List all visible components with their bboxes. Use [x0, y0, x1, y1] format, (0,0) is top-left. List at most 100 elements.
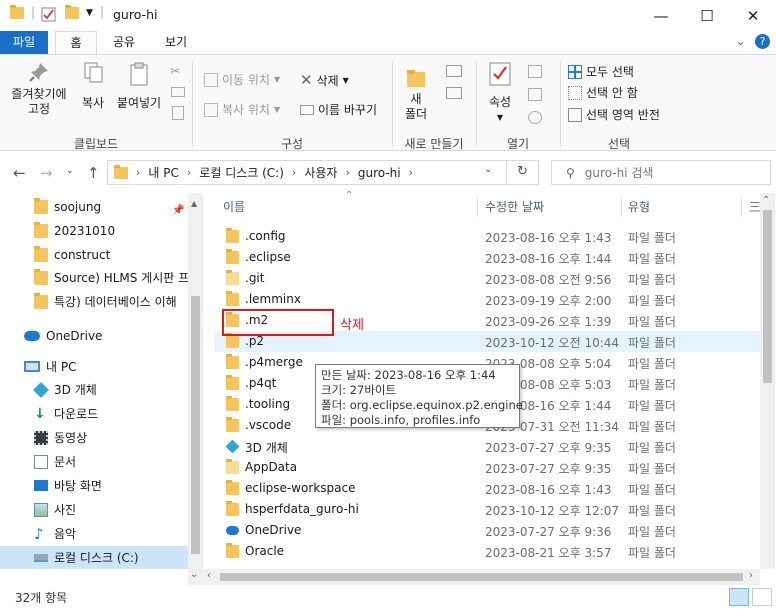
scroll-up-icon[interactable]: ▲ [191, 199, 197, 208]
nav-scrollbar[interactable]: ▲ ⌄ [188, 193, 203, 585]
open-icon[interactable] [528, 65, 542, 78]
search-input[interactable]: guro-hi 검색 [585, 164, 654, 181]
scroll-thumb[interactable] [763, 210, 772, 383]
select-all-button[interactable]: 모두 선택 [568, 63, 634, 80]
table-row[interactable]: .eclipse 2023-08-16 오후 1:44 파일 폴더 [215, 247, 760, 268]
edit-icon[interactable] [528, 88, 542, 101]
column-divider[interactable] [741, 197, 742, 217]
table-row[interactable]: hsperfdata_guro-hi 2023-10-12 오후 12:07 파… [215, 499, 760, 520]
nav-item-3d-objects[interactable]: 3D 개체 [0, 378, 188, 401]
search-box[interactable]: ⚲ guro-hi 검색 [551, 160, 771, 185]
pin-to-quick-access-button[interactable]: 즐겨찾기에 고정 [6, 61, 72, 117]
nav-item-music[interactable]: ♪ 음악 [0, 522, 188, 545]
breadcrumb-users[interactable]: 사용자 [304, 164, 337, 181]
cut-icon[interactable]: ✂ [170, 64, 180, 78]
close-button[interactable]: ✕ [730, 0, 776, 31]
tab-view[interactable]: 보기 [157, 31, 195, 54]
column-type[interactable]: 유형 [628, 193, 650, 221]
large-icons-view-icon[interactable] [752, 588, 772, 606]
scroll-up-icon[interactable]: ⌃ [762, 195, 770, 206]
pin-icon[interactable]: 📌 [172, 205, 184, 216]
pin-icon [6, 61, 72, 87]
back-arrow-icon[interactable]: ← [13, 164, 26, 182]
properties-check-icon[interactable] [41, 7, 56, 22]
forward-arrow-icon[interactable]: → [40, 164, 53, 182]
file-list-scrollbar[interactable]: ⌃ [760, 193, 775, 569]
maximize-button[interactable]: ☐ [684, 0, 730, 31]
folder-icon [34, 268, 48, 285]
properties-button[interactable]: 속성 ▼ [482, 61, 518, 125]
nav-item-20231010[interactable]: 20231010 [0, 219, 188, 242]
rename-button[interactable]: 이름 바꾸기 [300, 101, 377, 118]
address-dropdown-icon[interactable]: ⌄ [484, 164, 492, 175]
minimize-button[interactable]: — [638, 0, 684, 31]
tab-share[interactable]: 공유 [107, 31, 141, 54]
folder-icon[interactable] [10, 5, 24, 19]
nav-item-onedrive[interactable]: OneDrive [0, 324, 188, 347]
table-row[interactable]: 3D 개체 2023-07-27 오후 9:35 파일 폴더 [215, 436, 760, 457]
nav-item-downloads[interactable]: ↓ 다운로드 [0, 402, 188, 425]
collapse-ribbon-icon[interactable]: ⌄ [736, 35, 745, 48]
new-folder-icon[interactable] [65, 5, 79, 19]
breadcrumb-this-pc[interactable]: 내 PC [148, 164, 178, 181]
table-row[interactable]: Oracle 2023-08-21 오후 3:57 파일 폴더 [215, 541, 760, 562]
breadcrumb-local-disk[interactable]: 로컬 디스크 (C:) [199, 164, 284, 181]
scroll-down-icon[interactable]: ⌄ [190, 569, 198, 580]
column-divider[interactable] [477, 197, 478, 217]
paste-button[interactable]: 붙여넣기 [114, 61, 164, 111]
move-to-button[interactable]: 이동 위치 ▼ [204, 71, 280, 88]
recent-locations-icon[interactable]: ⌄ [66, 166, 74, 176]
history-icon[interactable] [528, 111, 542, 124]
up-arrow-icon[interactable]: ↑ [87, 164, 100, 182]
breadcrumb-guro-hi[interactable]: guro-hi [358, 166, 401, 180]
help-icon[interactable]: ? [755, 34, 770, 49]
chevron-right-icon[interactable]: › [409, 166, 413, 179]
nav-item-source-hlms[interactable]: Source) HLMS 게시판 프 [0, 266, 188, 289]
new-item-icon[interactable] [446, 65, 462, 77]
select-none-button[interactable]: 선택 안 함 [568, 84, 638, 101]
table-row[interactable]: eclipse-workspace 2023-08-16 오후 1:43 파일 … [215, 478, 760, 499]
scroll-thumb[interactable] [191, 296, 200, 554]
copy-button[interactable]: 복사 [75, 61, 111, 111]
nav-item-pictures[interactable]: 사진 [0, 498, 188, 521]
column-name[interactable]: 이름 [223, 193, 245, 221]
details-view-icon[interactable] [729, 588, 749, 606]
copy-path-icon[interactable] [171, 87, 185, 97]
nav-item-videos[interactable]: 동영상 [0, 426, 188, 449]
column-divider[interactable] [621, 197, 622, 217]
invert-selection-button[interactable]: 선택 영역 반전 [568, 106, 660, 123]
properties-dropdown-icon[interactable]: ▼ [482, 110, 518, 125]
paste-shortcut-icon[interactable] [172, 106, 184, 120]
delete-button[interactable]: ✕ 삭제 ▼ [300, 71, 349, 89]
chevron-right-icon[interactable]: › [292, 166, 296, 179]
copy-to-button[interactable]: 복사 위치 ▼ [204, 101, 280, 118]
scroll-thumb[interactable] [220, 573, 743, 581]
scroll-right-icon[interactable]: › [749, 570, 753, 581]
chevron-right-icon[interactable]: › [187, 166, 191, 179]
table-row[interactable]: .lemminx 2023-09-19 오후 2:00 파일 폴더 [215, 289, 760, 310]
nav-item-construct[interactable]: construct [0, 243, 188, 266]
new-folder-button[interactable]: 새 폴더 [398, 61, 434, 122]
nav-item-local-disk[interactable]: 로컬 디스크 (C:) [0, 546, 188, 569]
table-row[interactable]: AppData 2023-07-27 오후 9:35 파일 폴더 [215, 457, 760, 478]
tab-file[interactable]: 파일 [0, 31, 48, 54]
chevron-right-icon[interactable]: › [136, 166, 140, 179]
table-row[interactable]: OneDrive 2023-07-27 오후 9:36 파일 폴더 [215, 520, 760, 541]
nav-item-soojung[interactable]: soojung 📌 [0, 195, 188, 218]
easy-access-icon[interactable] [446, 87, 462, 99]
scroll-left-icon[interactable]: ‹ [207, 570, 211, 581]
address-bar[interactable]: › 내 PC › 로컬 디스크 (C:) › 사용자 › guro-hi › ⌄… [107, 160, 539, 185]
nav-item-documents[interactable]: 문서 [0, 450, 188, 473]
nav-item-desktop[interactable]: 바탕 화면 [0, 474, 188, 497]
nav-label: 음악 [54, 527, 77, 541]
tab-home[interactable]: 홈 [55, 31, 97, 55]
nav-item-this-pc[interactable]: 내 PC [0, 355, 188, 378]
nav-item-special-db[interactable]: 특강) 데이터베이스 이해 [0, 290, 188, 313]
table-row[interactable]: .config 2023-08-16 오후 1:43 파일 폴더 [215, 226, 760, 247]
table-row[interactable]: .git 2023-08-08 오전 9:56 파일 폴더 [215, 268, 760, 289]
chevron-right-icon[interactable]: › [345, 166, 349, 179]
column-date[interactable]: 수정한 날짜 [485, 193, 544, 221]
customize-dropdown-icon[interactable]: ▼ [86, 8, 93, 18]
horizontal-scrollbar[interactable]: ‹ › [203, 569, 760, 585]
refresh-icon[interactable]: ↻ [517, 164, 528, 179]
